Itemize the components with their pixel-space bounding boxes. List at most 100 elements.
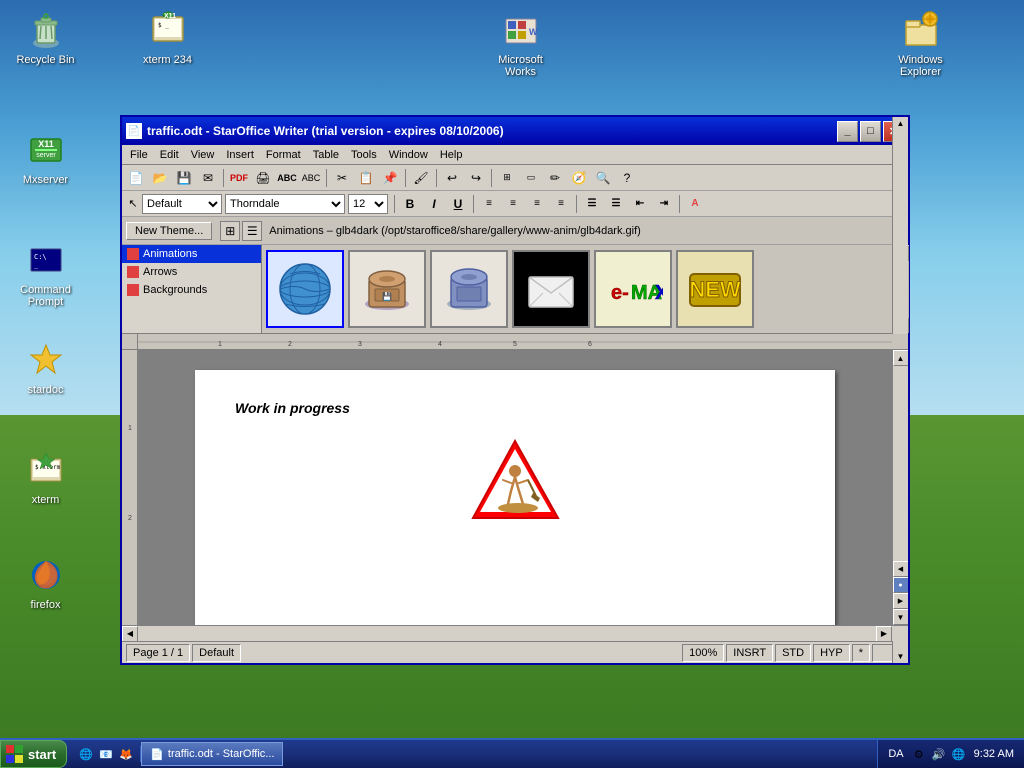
toolbar-sep2: [326, 169, 327, 187]
bold-button[interactable]: B: [399, 193, 421, 215]
windows-explorer-icon: [901, 10, 941, 50]
doc-scroll-next-button[interactable]: ▶: [893, 593, 909, 609]
menu-help[interactable]: Help: [434, 147, 469, 163]
desktop-icon-xterm[interactable]: $ xterm xterm: [8, 450, 83, 507]
tray-icon3[interactable]: 🌐: [951, 746, 967, 762]
gallery-item-emax[interactable]: e- MA X: [594, 250, 672, 328]
xterm234-icon: $ _ X11: [148, 10, 188, 50]
copy-button[interactable]: 📋: [355, 167, 377, 189]
menu-format[interactable]: Format: [260, 147, 307, 163]
tray-icon1[interactable]: ⚙: [911, 746, 927, 762]
maximize-button[interactable]: □: [860, 121, 881, 142]
desktop-icon-microsoft-works[interactable]: W Microsoft Works: [483, 10, 558, 79]
print-preview-button[interactable]: 🖨: [252, 167, 274, 189]
menu-window[interactable]: Window: [383, 147, 434, 163]
desktop-icon-windows-explorer[interactable]: Windows Explorer: [883, 10, 958, 79]
underline-button[interactable]: U: [447, 193, 469, 215]
gallery-item-envelope[interactable]: [512, 250, 590, 328]
save-button[interactable]: 💾: [173, 167, 195, 189]
svg-text:1: 1: [218, 341, 222, 348]
justify-button[interactable]: ≡: [550, 193, 572, 215]
desktop-icon-firefox[interactable]: firefox: [8, 555, 83, 612]
desktop-icon-recycle-bin[interactable]: ♻ Recycle Bin: [8, 10, 83, 67]
gallery-category-animations[interactable]: Animations: [122, 245, 261, 263]
open-button[interactable]: 📂: [149, 167, 171, 189]
help-button[interactable]: ?: [616, 167, 638, 189]
style-selector[interactable]: Default: [142, 194, 222, 214]
align-center-button[interactable]: ≡: [502, 193, 524, 215]
new-button[interactable]: 📄: [125, 167, 147, 189]
num-list-button[interactable]: ☰: [605, 193, 627, 215]
taskbar-app-writer[interactable]: 📄 traffic.odt - StarOffic...: [141, 742, 283, 766]
gallery-item-disk1[interactable]: 💾: [348, 250, 426, 328]
align-left-button[interactable]: ≡: [478, 193, 500, 215]
doc-scroll-down-button[interactable]: ▼: [893, 609, 909, 625]
zoom-info: 100%: [682, 644, 724, 662]
svg-text:♻: ♻: [42, 12, 49, 21]
desktop-icon-mxserver[interactable]: X11 server Mxserver: [8, 130, 83, 187]
align-right-button[interactable]: ≡: [526, 193, 548, 215]
doc-scroll-right-button[interactable]: ▶: [876, 626, 892, 642]
gallery-grid-view-button[interactable]: ⊞: [220, 221, 240, 241]
find-button[interactable]: 🔍: [592, 167, 614, 189]
pdf-button[interactable]: PDF: [228, 167, 250, 189]
gallery-category-backgrounds[interactable]: Backgrounds: [122, 281, 261, 299]
backgrounds-icon: [127, 284, 139, 296]
gallery-sidebar: Animations Arrows Backgrounds ▲ ▼: [122, 245, 262, 333]
doc-scroll-up-button[interactable]: ▲: [893, 350, 909, 366]
tray-icon2[interactable]: 🔊: [931, 746, 947, 762]
minimize-button[interactable]: _: [837, 121, 858, 142]
quicklaunch-ie-icon[interactable]: 🌐: [78, 746, 94, 762]
desktop-icon-command-prompt[interactable]: C:\ _ Command Prompt: [8, 240, 83, 309]
menu-tools[interactable]: Tools: [345, 147, 383, 163]
font-color-button[interactable]: A: [684, 193, 706, 215]
undo-button[interactable]: ↩: [441, 167, 463, 189]
italic-button[interactable]: I: [423, 193, 445, 215]
svg-text:2: 2: [128, 515, 132, 522]
title-bar: 📄 traffic.odt - StarOffice Writer (trial…: [122, 117, 908, 145]
doc-scroll-prev-button[interactable]: ◀: [893, 561, 909, 577]
font-selector[interactable]: Thorndale: [225, 194, 345, 214]
menu-file[interactable]: File: [124, 147, 154, 163]
email-button[interactable]: ✉: [197, 167, 219, 189]
paste-button[interactable]: 📌: [379, 167, 401, 189]
size-selector[interactable]: 12: [348, 194, 388, 214]
document-scroll-area[interactable]: Work in progress: [138, 350, 892, 625]
menu-view[interactable]: View: [185, 147, 221, 163]
svg-text:X: X: [655, 282, 663, 304]
desktop-icon-stardoc[interactable]: stardoc: [8, 340, 83, 397]
spellcheck-button[interactable]: ABC: [276, 167, 298, 189]
desktop-icon-xterm234[interactable]: $ _ X11 xterm 234: [130, 10, 205, 67]
paint-format-button[interactable]: 🖌: [410, 167, 432, 189]
menu-insert[interactable]: Insert: [220, 147, 260, 163]
gallery-item-globe[interactable]: [266, 250, 344, 328]
autocorrect-button[interactable]: ABC: [300, 167, 322, 189]
menu-edit[interactable]: Edit: [154, 147, 185, 163]
doc-main-row: 1 2 Work in progress: [122, 350, 908, 625]
gallery-list-view-button[interactable]: ☰: [242, 221, 262, 241]
insert-table-button[interactable]: ⊞: [496, 167, 518, 189]
gallery-category-arrows[interactable]: Arrows: [122, 263, 261, 281]
menu-table[interactable]: Table: [307, 147, 345, 163]
gallery-item-disk2[interactable]: [430, 250, 508, 328]
insert-frame-button[interactable]: ▭: [520, 167, 542, 189]
navigator-button[interactable]: 🧭: [568, 167, 590, 189]
start-button[interactable]: start: [0, 740, 67, 768]
gallery-items: 💾: [262, 245, 892, 333]
command-prompt-label: Command Prompt: [8, 283, 83, 309]
redo-button[interactable]: ↪: [465, 167, 487, 189]
quicklaunch-icon2[interactable]: 📧: [98, 746, 114, 762]
cut-button[interactable]: ✂: [331, 167, 353, 189]
arrows-label: Arrows: [143, 266, 177, 278]
doc-scroll-left-button[interactable]: ◀: [122, 626, 138, 642]
list-button[interactable]: ☰: [581, 193, 603, 215]
drawing-button[interactable]: ✏: [544, 167, 566, 189]
document-page[interactable]: Work in progress: [195, 370, 835, 625]
decrease-indent-button[interactable]: ⇤: [629, 193, 651, 215]
hyp-mode: HYP: [813, 644, 850, 662]
quicklaunch-icon3[interactable]: 🦊: [118, 746, 134, 762]
gallery-item-new[interactable]: NEW: [676, 250, 754, 328]
new-theme-button[interactable]: New Theme...: [126, 222, 212, 240]
doc-scroll-nav-button[interactable]: ●: [893, 577, 909, 593]
increase-indent-button[interactable]: ⇥: [653, 193, 675, 215]
